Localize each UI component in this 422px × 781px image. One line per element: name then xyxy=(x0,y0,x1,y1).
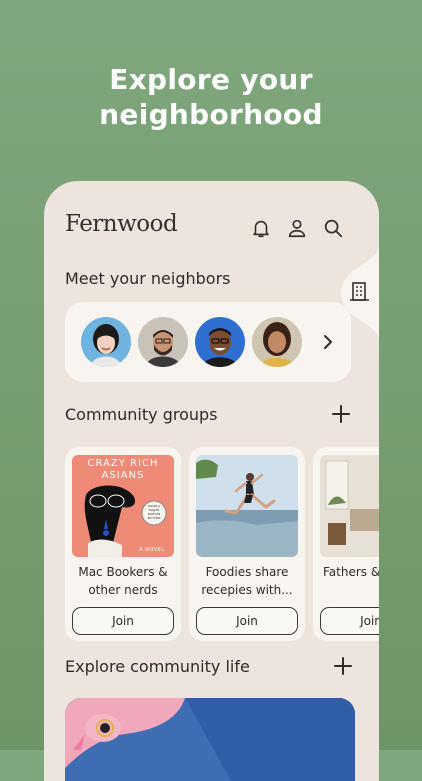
group-name: Fathers & xyxy=(323,565,379,579)
join-button[interactable]: Join xyxy=(196,607,298,635)
app-screen: Fernwood Meet your neighbors Community g… xyxy=(44,181,379,781)
avatar[interactable] xyxy=(195,317,245,367)
group-card[interactable]: Foodies share recepies with... Join xyxy=(189,447,305,641)
chevron-right-icon[interactable] xyxy=(319,332,337,352)
headline-line-2: neighborhood xyxy=(99,98,323,131)
page-headline: Explore your neighborhood xyxy=(0,62,422,132)
join-button[interactable]: Join xyxy=(320,607,379,635)
avatar[interactable] xyxy=(252,317,302,367)
group-name: Foodies share recepies with... xyxy=(201,565,293,597)
user-icon[interactable] xyxy=(286,217,308,239)
avatar[interactable] xyxy=(81,317,131,367)
plus-icon[interactable] xyxy=(331,404,351,424)
explore-title: Explore community life xyxy=(65,657,250,676)
group-name: Mac Bookers & other nerds xyxy=(78,565,168,597)
explore-image[interactable] xyxy=(65,698,355,781)
brand-logo: Fernwood xyxy=(65,211,178,237)
cover-title: CRAZY RICH ASIANS xyxy=(87,458,159,481)
group-cover-image xyxy=(196,455,298,557)
neighbors-carousel xyxy=(65,302,351,382)
group-cover-image xyxy=(320,455,379,557)
group-cover-image: CRAZY RICH ASIANS SOON A MAJOR MOTION PI… xyxy=(72,455,174,557)
group-card[interactable]: CRAZY RICH ASIANS SOON A MAJOR MOTION PI… xyxy=(65,447,181,641)
cover-subtitle: A NOVEL xyxy=(139,547,165,553)
plus-icon[interactable] xyxy=(333,656,353,676)
headline-line-1: Explore your xyxy=(109,63,313,96)
bell-icon[interactable] xyxy=(250,217,272,239)
avatar[interactable] xyxy=(138,317,188,367)
join-button[interactable]: Join xyxy=(72,607,174,635)
cover-badge: SOON A MAJOR MOTION PICTURE xyxy=(147,504,161,520)
neighbors-title: Meet your neighbors xyxy=(65,269,231,288)
groups-title: Community groups xyxy=(65,405,218,424)
search-icon[interactable] xyxy=(322,217,344,239)
group-card[interactable]: Fathers & Join xyxy=(313,447,379,641)
